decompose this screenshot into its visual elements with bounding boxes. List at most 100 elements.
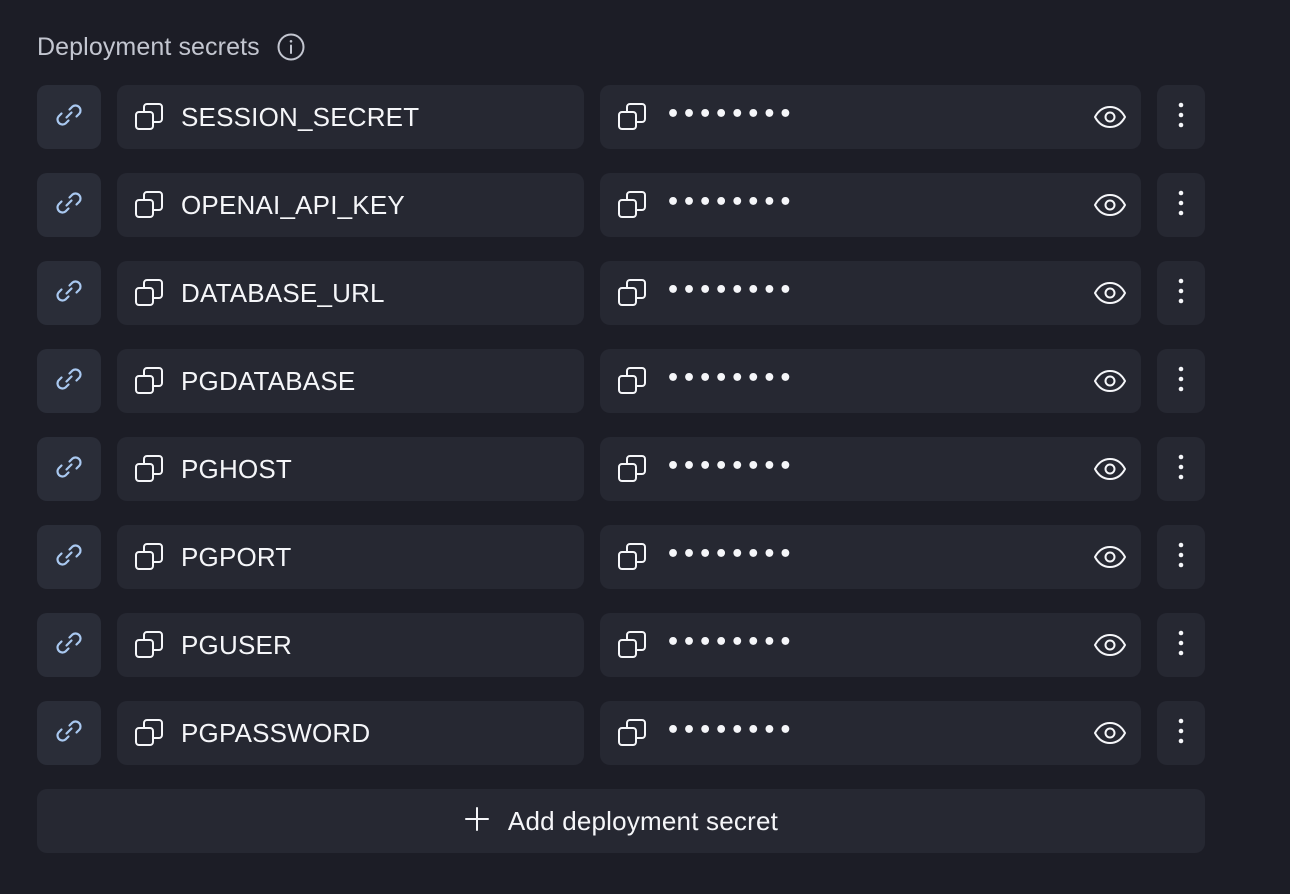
link-icon <box>53 451 85 488</box>
copy-icon[interactable] <box>133 717 165 749</box>
link-button[interactable] <box>37 701 101 765</box>
secret-value-masked: •••••••• <box>666 101 795 127</box>
secret-value-field[interactable]: •••••••• <box>600 261 1141 325</box>
more-options-button[interactable] <box>1157 701 1205 765</box>
copy-icon[interactable] <box>616 717 648 749</box>
copy-icon[interactable] <box>616 365 648 397</box>
secret-value-masked: •••••••• <box>666 365 795 391</box>
copy-icon[interactable] <box>133 453 165 485</box>
secret-row: PGPASSWORD •••••••• <box>37 701 1205 765</box>
link-icon <box>53 539 85 576</box>
more-options-button[interactable] <box>1157 173 1205 237</box>
more-options-button[interactable] <box>1157 437 1205 501</box>
eye-icon[interactable] <box>1093 277 1127 309</box>
link-button[interactable] <box>37 525 101 589</box>
section-title: Deployment secrets <box>37 32 260 61</box>
more-vertical-icon <box>1177 718 1185 749</box>
eye-icon[interactable] <box>1093 189 1127 221</box>
secret-value-field[interactable]: •••••••• <box>600 613 1141 677</box>
more-options-button[interactable] <box>1157 525 1205 589</box>
link-icon <box>53 99 85 136</box>
more-vertical-icon <box>1177 630 1185 661</box>
more-vertical-icon <box>1177 454 1185 485</box>
eye-icon[interactable] <box>1093 365 1127 397</box>
eye-icon[interactable] <box>1093 453 1127 485</box>
secret-row: SESSION_SECRET •••••••• <box>37 85 1205 149</box>
copy-icon[interactable] <box>616 189 648 221</box>
more-vertical-icon <box>1177 542 1185 573</box>
secret-value-masked: •••••••• <box>666 717 795 743</box>
secret-row: PGUSER •••••••• <box>37 613 1205 677</box>
secret-row: PGDATABASE •••••••• <box>37 349 1205 413</box>
secrets-list: SESSION_SECRET •••••••• OPENAI_API_KEY •… <box>37 85 1205 789</box>
more-vertical-icon <box>1177 278 1185 309</box>
copy-icon[interactable] <box>133 189 165 221</box>
link-icon <box>53 627 85 664</box>
more-options-button[interactable] <box>1157 613 1205 677</box>
copy-icon[interactable] <box>133 541 165 573</box>
secret-key-field[interactable]: PGPORT <box>117 525 584 589</box>
secret-row: PGPORT •••••••• <box>37 525 1205 589</box>
more-vertical-icon <box>1177 190 1185 221</box>
link-button[interactable] <box>37 261 101 325</box>
secret-value-masked: •••••••• <box>666 189 795 215</box>
secret-key-field[interactable]: PGPASSWORD <box>117 701 584 765</box>
add-deployment-secret-label: Add deployment secret <box>507 805 779 836</box>
copy-icon[interactable] <box>616 277 648 309</box>
secret-key-field[interactable]: PGUSER <box>117 613 584 677</box>
secret-key-field[interactable]: DATABASE_URL <box>117 261 584 325</box>
eye-icon[interactable] <box>1093 717 1127 749</box>
secret-value-field[interactable]: •••••••• <box>600 349 1141 413</box>
secret-value-masked: •••••••• <box>666 629 795 655</box>
section-header: Deployment secrets <box>37 30 306 64</box>
more-options-button[interactable] <box>1157 261 1205 325</box>
secret-key-text: PGUSER <box>181 629 293 660</box>
eye-icon[interactable] <box>1093 541 1127 573</box>
secret-key-field[interactable]: OPENAI_API_KEY <box>117 173 584 237</box>
eye-icon[interactable] <box>1093 629 1127 661</box>
secret-key-text: PGHOST <box>181 453 292 484</box>
secret-key-text: PGPASSWORD <box>181 717 371 748</box>
secret-key-text: OPENAI_API_KEY <box>181 189 405 220</box>
copy-icon[interactable] <box>133 629 165 661</box>
link-icon <box>53 275 85 312</box>
secret-value-masked: •••••••• <box>666 541 795 567</box>
add-deployment-secret-button[interactable]: Add deployment secret <box>37 789 1205 853</box>
info-icon[interactable] <box>276 32 306 62</box>
more-options-button[interactable] <box>1157 349 1205 413</box>
link-icon <box>53 363 85 400</box>
secret-key-field[interactable]: PGDATABASE <box>117 349 584 413</box>
link-button[interactable] <box>37 85 101 149</box>
more-options-button[interactable] <box>1157 85 1205 149</box>
secret-value-field[interactable]: •••••••• <box>600 437 1141 501</box>
secret-value-field[interactable]: •••••••• <box>600 525 1141 589</box>
secret-key-text: SESSION_SECRET <box>181 101 420 132</box>
secret-value-field[interactable]: •••••••• <box>600 85 1141 149</box>
secret-value-field[interactable]: •••••••• <box>600 701 1141 765</box>
copy-icon[interactable] <box>133 277 165 309</box>
secret-key-text: DATABASE_URL <box>181 277 385 308</box>
copy-icon[interactable] <box>133 365 165 397</box>
secret-key-field[interactable]: PGHOST <box>117 437 584 501</box>
link-button[interactable] <box>37 349 101 413</box>
link-button[interactable] <box>37 173 101 237</box>
secret-row: PGHOST •••••••• <box>37 437 1205 501</box>
secret-row: OPENAI_API_KEY •••••••• <box>37 173 1205 237</box>
secret-value-field[interactable]: •••••••• <box>600 173 1141 237</box>
secret-row: DATABASE_URL •••••••• <box>37 261 1205 325</box>
secret-key-text: PGDATABASE <box>181 365 356 396</box>
secret-key-text: PGPORT <box>181 541 292 572</box>
link-button[interactable] <box>37 613 101 677</box>
secret-value-masked: •••••••• <box>666 277 795 303</box>
copy-icon[interactable] <box>616 101 648 133</box>
secret-key-field[interactable]: SESSION_SECRET <box>117 85 584 149</box>
copy-icon[interactable] <box>616 541 648 573</box>
more-vertical-icon <box>1177 102 1185 133</box>
link-button[interactable] <box>37 437 101 501</box>
copy-icon[interactable] <box>133 101 165 133</box>
eye-icon[interactable] <box>1093 101 1127 133</box>
copy-icon[interactable] <box>616 453 648 485</box>
link-icon <box>53 715 85 752</box>
copy-icon[interactable] <box>616 629 648 661</box>
link-icon <box>53 187 85 224</box>
